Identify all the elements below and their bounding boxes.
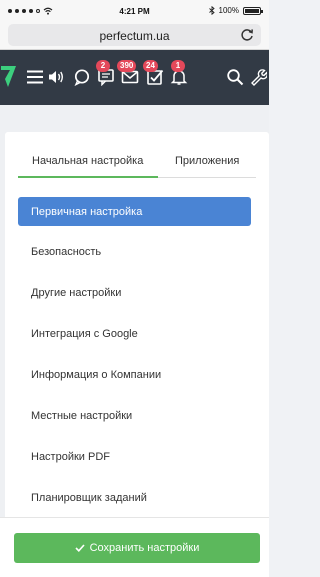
- save-button-label: Сохранить настройки: [89, 542, 200, 554]
- wrench-settings-icon[interactable]: [249, 68, 267, 86]
- mail-badge: 390: [117, 60, 137, 72]
- menu-item-other-settings[interactable]: Другие настройки: [18, 279, 251, 320]
- menu-item-primary-setup[interactable]: Первичная настройка: [18, 197, 251, 226]
- hamburger-menu-icon[interactable]: [26, 68, 44, 86]
- menu-item-label: Первичная настройка: [31, 206, 143, 218]
- url-text: perfectum.ua: [99, 29, 170, 43]
- volume-icon[interactable]: [47, 68, 65, 86]
- menu-item-local-settings[interactable]: Местные настройки: [18, 402, 251, 443]
- menu-item-pdf-settings[interactable]: Настройки PDF: [18, 443, 251, 484]
- menu-item-label: Другие настройки: [31, 287, 122, 299]
- settings-footer: Сохранить настройки: [0, 517, 269, 577]
- menu-item-security[interactable]: Безопасность: [18, 238, 251, 279]
- browser-address-bar: perfectum.ua: [0, 22, 269, 50]
- url-field[interactable]: perfectum.ua: [8, 24, 261, 46]
- battery-icon: [243, 6, 263, 15]
- chat-bubble-icon[interactable]: [73, 68, 91, 86]
- app-logo[interactable]: [1, 64, 17, 88]
- search-icon[interactable]: [226, 68, 244, 86]
- checkmark-icon: [75, 544, 85, 552]
- menu-item-label: Безопасность: [31, 246, 102, 258]
- tab-applications[interactable]: Приложения: [175, 150, 256, 178]
- menu-item-label: Настройки PDF: [31, 451, 110, 463]
- settings-menu: Первичная настройка Безопасность Другие …: [18, 197, 251, 525]
- battery-percentage: 100%: [218, 6, 239, 15]
- menu-item-label: Местные настройки: [31, 410, 133, 422]
- notifications-badge: 1: [171, 60, 185, 72]
- menu-item-company-info[interactable]: Информация о Компании: [18, 361, 251, 402]
- menu-item-label: Планировщик заданий: [31, 492, 147, 504]
- tab-initial-setup[interactable]: Начальная настройка: [18, 150, 158, 178]
- save-settings-button[interactable]: Сохранить настройки: [14, 533, 260, 563]
- settings-content: Начальная настройка Приложения Первичная…: [0, 105, 269, 577]
- reload-icon[interactable]: [239, 27, 255, 43]
- status-bar: 4:21 PM 100%: [0, 0, 269, 22]
- menu-item-label: Интеграция с Google: [31, 328, 138, 340]
- app-navbar: 2 390 24 1: [0, 50, 269, 105]
- tasks-badge: 24: [143, 60, 158, 72]
- messages-badge: 2: [96, 60, 110, 72]
- settings-tabs: Начальная настройка Приложения: [18, 150, 256, 178]
- menu-item-label: Информация о Компании: [31, 369, 162, 381]
- bluetooth-icon: [208, 6, 215, 15]
- settings-card: Начальная настройка Приложения Первичная…: [5, 132, 269, 552]
- menu-item-google-integration[interactable]: Интеграция с Google: [18, 320, 251, 361]
